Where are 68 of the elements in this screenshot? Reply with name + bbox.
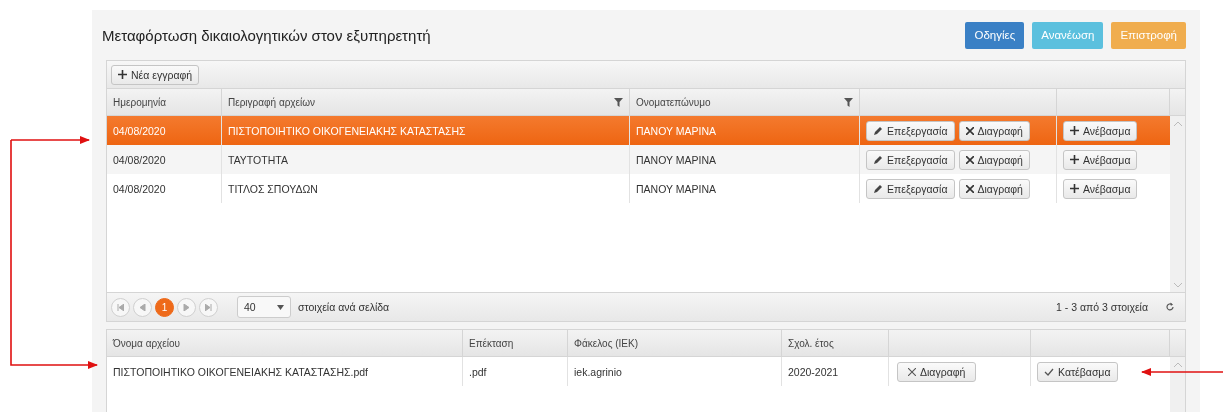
table-cell: ΤΑΥΤΟΤΗΤΑ (228, 153, 288, 166)
delete-button[interactable]: Διαγραφή (958, 149, 1030, 170)
page-size-dropdown[interactable]: 40 (237, 296, 291, 318)
edit-button[interactable]: Επεξεργασία (866, 149, 955, 170)
next-page-button[interactable] (177, 297, 196, 317)
table-row[interactable]: 04/08/2020 ΤΙΤΛΟΣ ΣΠΟΥΔΩΝ ΠΑΝΟΥ ΜΑΡΙΝΑ Επεξεργασία Διαγραφή Ανέβασμα (107, 174, 1170, 203)
scroll-down-icon (1173, 283, 1182, 288)
plus-icon (118, 70, 127, 79)
table-cell: ΤΙΤΛΟΣ ΣΠΟΥΔΩΝ (228, 182, 318, 195)
column-header: Σχολ. έτος (788, 337, 835, 349)
table-cell: .pdf (469, 365, 487, 378)
edit-button[interactable]: Επεξεργασία (866, 178, 955, 199)
table-cell: iek.agrinio (574, 365, 622, 378)
table-cell: ΠΙΣΤΟΠΟΙΗΤΙΚΟ ΟΙΚΟΓΕΝΕΙΑΚΗΣ ΚΑΤΑΣΤΑΣΗΣ (228, 124, 466, 137)
scroll-up-icon (1173, 362, 1182, 367)
page-title: Μεταφόρτωση δικαιολογητικών στον εξυπηρετητή (102, 26, 432, 44)
upload-button[interactable]: Ανέβασμα (1063, 149, 1138, 170)
header-button[interactable]: Οδηγίες (965, 21, 1025, 49)
download-button[interactable]: Κατέβασμα (1037, 361, 1118, 382)
scrollbar[interactable] (1170, 357, 1185, 412)
table-row[interactable]: 04/08/2020 ΤΑΥΤΟΤΗΤΑ ΠΑΝΟΥ ΜΑΡΙΝΑ Επεξεργασία Διαγραφή Ανέβασμα (107, 145, 1170, 174)
pencil-icon (873, 125, 883, 136)
upload-button[interactable]: Ανέβασμα (1063, 178, 1138, 199)
new-record-button[interactable]: Νέα εγγραφή (111, 64, 200, 85)
scroll-up-icon (1173, 121, 1182, 126)
pencil-icon (873, 154, 883, 165)
previous-page-icon (139, 303, 146, 311)
last-page-icon (205, 303, 212, 311)
delete-button[interactable]: Διαγραφή (958, 178, 1030, 199)
previous-page-button[interactable] (133, 297, 152, 317)
table-cell: 04/08/2020 (113, 153, 166, 166)
table-cell: ΠΑΝΟΥ ΜΑΡΙΝΑ (636, 124, 716, 137)
table-cell: 2020-2021 (788, 365, 839, 378)
close-icon (965, 184, 974, 193)
column-header: Όνομα αρχείου (113, 337, 182, 349)
plus-icon (1070, 126, 1079, 135)
first-page-icon (117, 303, 124, 311)
delete-button[interactable]: Διαγραφή (897, 361, 977, 382)
close-icon (908, 367, 916, 376)
plus-icon (1070, 184, 1079, 193)
caret-icon (277, 304, 284, 310)
close-icon (965, 155, 974, 164)
table-row[interactable]: ΠΙΣΤΟΠΟΙΗΤΙΚΟ ΟΙΚΟΓΕΝΕΙΑΚΗΣ ΚΑΤΑΣΤΑΣΗΣ.pdf .pdf iek.agrinio 2020-2021 Διαγραφή Κατέβασμα (107, 357, 1170, 386)
column-header: Φάκελος (IEK) (574, 337, 639, 349)
first-page-button[interactable] (111, 297, 130, 317)
column-header: Επέκταση (469, 337, 515, 349)
edit-button[interactable]: Επεξεργασία (866, 120, 955, 141)
refresh-icon[interactable] (1165, 302, 1175, 312)
plus-icon (1070, 155, 1079, 164)
column-header: Ονοματεπώνυμο (636, 96, 712, 108)
upload-button[interactable]: Ανέβασμα (1063, 120, 1138, 141)
last-page-button[interactable] (199, 297, 218, 317)
pager-summary: 1 - 3 από 3 στοιχεία (1056, 301, 1148, 313)
pencil-icon (873, 183, 883, 194)
page-size-label: στοιχεία ανά σελίδα (298, 301, 391, 313)
delete-button[interactable]: Διαγραφή (958, 120, 1030, 141)
table-cell: ΠΑΝΟΥ ΜΑΡΙΝΑ (636, 182, 716, 195)
column-header: Περιγραφή αρχείων (228, 96, 317, 108)
table-row[interactable]: 04/08/2020 ΠΙΣΤΟΠΟΙΗΤΙΚΟ ΟΙΚΟΓΕΝΕΙΑΚΗΣ ΚΑΤΑΣΤΑΣΗΣ ΠΑΝΟΥ ΜΑΡΙΝΑ Επεξεργασία Διαγραφή Ανέβασμα (107, 116, 1170, 145)
table-cell: 04/08/2020 (113, 124, 166, 137)
scrollbar[interactable] (1170, 116, 1185, 292)
check-icon (1044, 367, 1054, 376)
close-icon (965, 126, 974, 135)
table-cell: ΠΑΝΟΥ ΜΑΡΙΝΑ (636, 153, 716, 166)
table-cell: ΠΙΣΤΟΠΟΙΗΤΙΚΟ ΟΙΚΟΓΕΝΕΙΑΚΗΣ ΚΑΤΑΣΤΑΣΗΣ.pdf (113, 365, 369, 378)
column-header: Ημερομηνία (113, 96, 168, 108)
table-cell: 04/08/2020 (113, 182, 166, 195)
next-page-icon (183, 303, 190, 311)
